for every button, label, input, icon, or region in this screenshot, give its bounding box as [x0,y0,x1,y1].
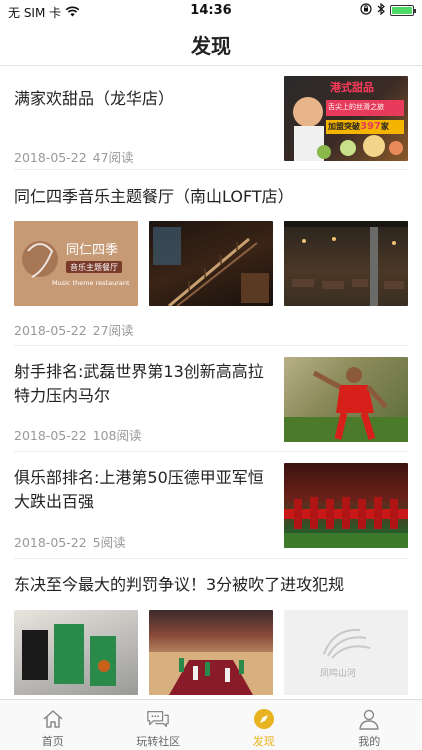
tab-label: 发现 [252,735,275,748]
person-icon [357,708,381,730]
article-item[interactable]: 东决至今最大的判罚争议！3分被吹了进攻犯规 凤鸣山河 [14,560,408,699]
article-feed[interactable]: 满家欢甜品（龙华店） 2018-05-22 47阅读 港式甜品 舌尖上的丝滑之旅 … [0,67,422,699]
tab-home[interactable]: 首页 [0,700,106,750]
article-meta: 2018-05-22 27阅读 [14,320,134,339]
article-date: 2018-05-22 [14,150,87,165]
article-title: 东决至今最大的判罚争议！3分被吹了进攻犯规 [14,575,345,594]
article-thumbnail[interactable]: 同仁四季 音乐主题餐厅 Music theme restaurant [14,221,138,306]
article-item[interactable]: 射手排名:武磊世界第13创新高高拉特力压内马尔 2018-05-22 108阅读 [14,347,408,452]
soccer-player-graphic [284,367,408,442]
article-thumbnail[interactable] [284,463,408,548]
article-item[interactable]: 俱乐部排名:上港第50压德甲亚军恒大跌出百强 2018-05-22 5阅读 [14,453,408,559]
page-title: 发现 [191,34,231,58]
battery-icon [390,5,416,16]
bluetooth-icon [377,2,385,18]
article-thumbnail[interactable] [149,221,273,306]
article-reads: 47阅读 [92,150,134,165]
orientation-lock-icon [360,3,372,18]
article-meta: 2018-05-22 47阅读 [14,147,134,166]
article-title: 同仁四季音乐主题餐厅（南山LOFT店） [14,187,294,206]
navigation-bar: 发现 [0,22,422,66]
ad-subline: 舌尖上的丝滑之旅 [328,103,384,111]
article-meta: 2018-05-22 108阅读 [14,425,142,444]
ad-headline: 港式甜品 [330,81,374,94]
article-meta: 2018-05-22 5阅读 [14,532,126,551]
status-right [360,2,416,18]
status-time: 14:36 [190,3,232,18]
ad-cta: 加盟突破397家 [328,121,389,132]
status-bar: 无 SIM 卡 14:36 [0,0,422,22]
article-date: 2018-05-22 [14,535,87,550]
article-reads: 5阅读 [92,535,126,550]
logo-subtitle: 音乐主题餐厅 [70,263,118,272]
article-thumbnail[interactable]: 凤鸣山河 [284,610,408,695]
home-icon [41,708,65,730]
basketball-court-graphic [149,652,273,695]
logo-name: 同仁四季 [66,243,119,258]
basketball-action-graphic [22,624,116,686]
article-item[interactable]: 同仁四季音乐主题餐厅（南山LOFT店） 同仁四季 音乐主题餐厅 Music th… [14,171,408,346]
article-thumbnail[interactable] [284,221,408,306]
article-reads: 108阅读 [92,428,142,443]
chat-bubbles-icon [146,708,170,730]
article-thumbnail[interactable] [149,610,273,695]
article-thumbnail[interactable] [284,357,408,442]
placeholder-logo-name: 凤鸣山河 [320,669,357,679]
tab-community[interactable]: 玩转社区 [106,700,212,750]
tab-label: 首页 [41,735,64,748]
article-date: 2018-05-22 [14,323,87,338]
article-title: 射手排名:武磊世界第13创新高高拉特力压内马尔 [14,362,264,405]
article-item[interactable]: 满家欢甜品（龙华店） 2018-05-22 47阅读 港式甜品 舌尖上的丝滑之旅 … [14,67,408,170]
article-thumbnail[interactable]: 港式甜品 舌尖上的丝滑之旅 加盟突破397家 [284,76,408,161]
article-thumbnail[interactable] [14,610,138,695]
placeholder-logo-graphic [323,628,371,659]
tab-bar: 首页 玩转社区 发现 我的 [0,699,422,750]
team-lineup-graphic [284,497,408,548]
tab-label: 玩转社区 [136,735,181,748]
dining-hall-graphic [284,221,408,306]
stairs-graphic [153,227,269,306]
article-title: 满家欢甜品（龙华店） [14,89,175,108]
tab-profile[interactable]: 我的 [317,700,422,750]
article-reads: 27阅读 [92,323,134,338]
tab-label: 我的 [358,735,381,748]
tab-discover[interactable]: 发现 [211,700,317,750]
article-date: 2018-05-22 [14,428,87,443]
compass-icon [252,708,276,730]
article-title: 俱乐部排名:上港第50压德甲亚军恒大跌出百强 [14,468,264,511]
logo-english: Music theme restaurant [52,279,130,287]
